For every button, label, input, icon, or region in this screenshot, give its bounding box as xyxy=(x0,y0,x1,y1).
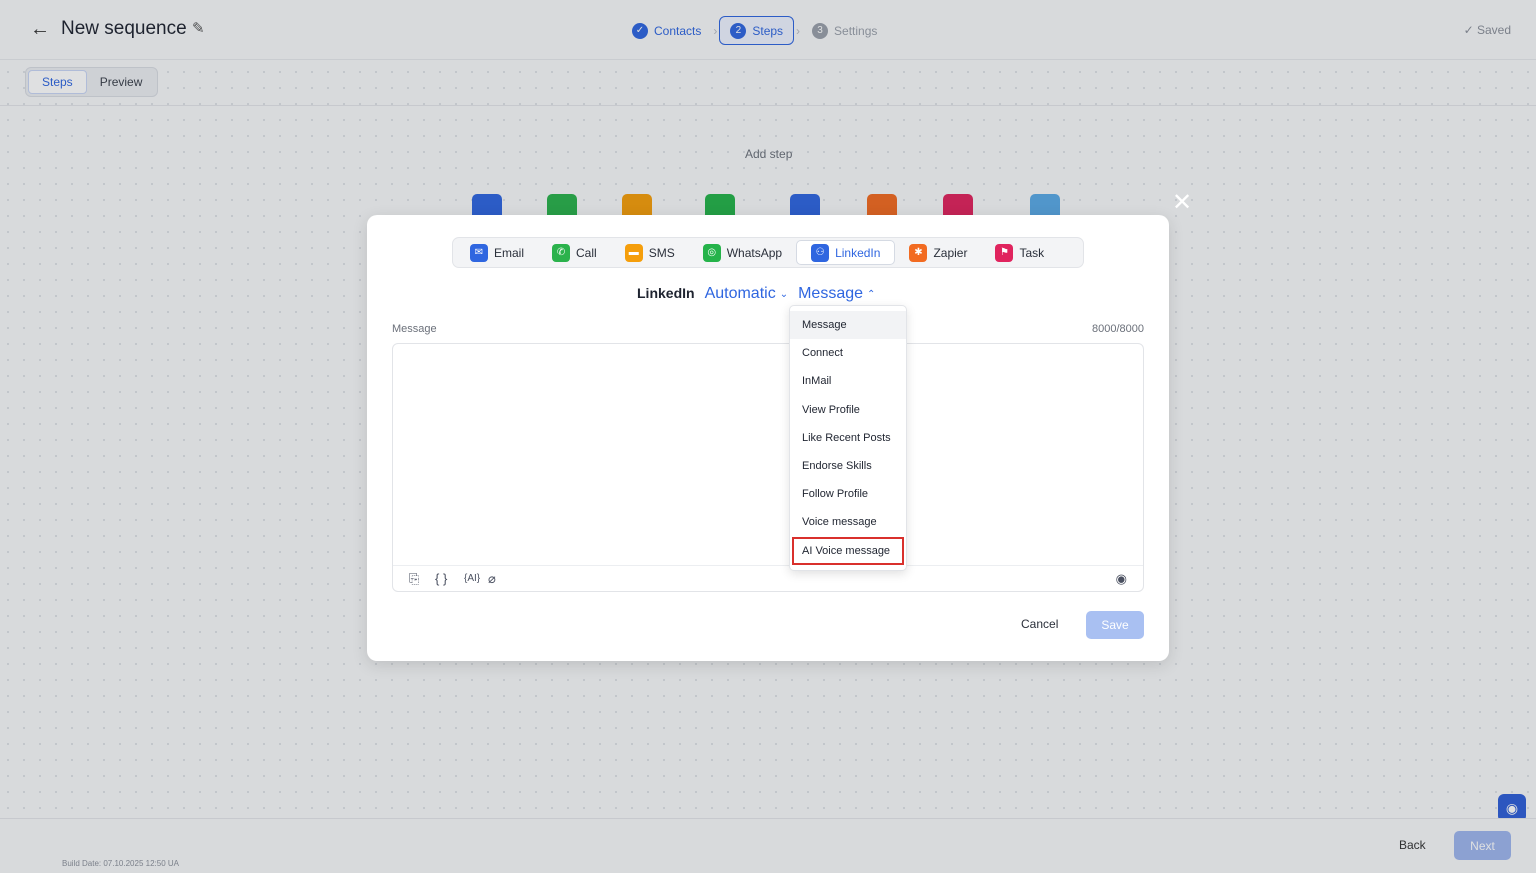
channel-tabs: ✉ Email ✆ Call ▬ SMS ◎ WhatsApp ⚇ Linked… xyxy=(452,237,1084,268)
tab-label: Zapier xyxy=(933,245,968,260)
linkedin-action-row: LinkedIn Automatic ⌄ Message ⌃ xyxy=(637,285,875,303)
tab-call[interactable]: ✆ Call xyxy=(538,240,611,265)
menu-item-message[interactable]: Message xyxy=(790,311,906,340)
menu-item-endorse-skills[interactable]: Endorse Skills xyxy=(790,452,906,480)
zapier-icon: ✱ xyxy=(909,243,928,262)
menu-item-voice-message[interactable]: Voice message xyxy=(790,508,906,536)
menu-item-connect[interactable]: Connect xyxy=(790,339,906,367)
tab-label: LinkedIn xyxy=(835,245,881,260)
ai-icon[interactable]: {AI} xyxy=(464,573,480,584)
chevron-down-icon: ⌄ xyxy=(779,288,789,300)
tab-whatsapp[interactable]: ◎ WhatsApp xyxy=(689,240,796,265)
channel-label: LinkedIn xyxy=(637,285,695,301)
tab-zapier[interactable]: ✱ Zapier xyxy=(895,240,981,265)
mode-value: Automatic xyxy=(704,285,776,302)
mode-select[interactable]: Automatic ⌄ xyxy=(705,285,789,303)
tab-label: Task xyxy=(1019,245,1045,260)
tab-label: Email xyxy=(494,245,525,260)
type-select[interactable]: Message ⌃ xyxy=(798,285,875,303)
editor-toolbar: ⎘ { } {AI} ⌀ ◉ xyxy=(393,565,1143,591)
attachment-icon[interactable]: ⌀ xyxy=(488,571,496,587)
type-dropdown-menu: Message Connect InMail View Profile Like… xyxy=(789,305,907,571)
message-label: Message xyxy=(392,323,437,335)
preview-eye-icon[interactable]: ◉ xyxy=(1116,571,1127,587)
sms-icon: ▬ xyxy=(624,243,643,262)
menu-item-view-profile[interactable]: View Profile xyxy=(790,396,906,424)
menu-item-like-recent-posts[interactable]: Like Recent Posts xyxy=(790,424,906,452)
tab-label: Call xyxy=(576,245,597,260)
tab-label: SMS xyxy=(648,245,675,260)
menu-item-follow-profile[interactable]: Follow Profile xyxy=(790,480,906,508)
tab-label: WhatsApp xyxy=(726,245,783,260)
tab-email[interactable]: ✉ Email xyxy=(456,240,538,265)
phone-icon: ✆ xyxy=(552,243,571,262)
email-icon: ✉ xyxy=(470,243,488,262)
tab-linkedin[interactable]: ⚇ LinkedIn xyxy=(796,240,896,265)
type-value: Message xyxy=(798,285,864,302)
cancel-button[interactable]: Cancel xyxy=(1021,617,1058,631)
flag-icon: ⚑ xyxy=(995,243,1014,262)
close-icon[interactable]: ✕ xyxy=(1172,191,1192,215)
variables-icon[interactable]: { } xyxy=(435,571,447,586)
menu-item-inmail[interactable]: InMail xyxy=(790,367,906,395)
message-editor[interactable]: ⎘ { } {AI} ⌀ ◉ xyxy=(392,343,1144,592)
char-count: 8000/8000 xyxy=(1092,323,1144,335)
step-modal: ✉ Email ✆ Call ▬ SMS ◎ WhatsApp ⚇ Linked… xyxy=(367,215,1169,661)
whatsapp-icon: ◎ xyxy=(702,243,721,262)
tab-task[interactable]: ⚑ Task xyxy=(981,240,1058,265)
linkedin-icon: ⚇ xyxy=(811,243,830,262)
save-button[interactable]: Save xyxy=(1086,611,1144,639)
chevron-up-icon: ⌃ xyxy=(867,288,876,300)
tab-sms[interactable]: ▬ SMS xyxy=(611,240,689,265)
template-icon[interactable]: ⎘ xyxy=(409,571,419,587)
menu-item-ai-voice-message[interactable]: AI Voice message xyxy=(792,536,904,565)
